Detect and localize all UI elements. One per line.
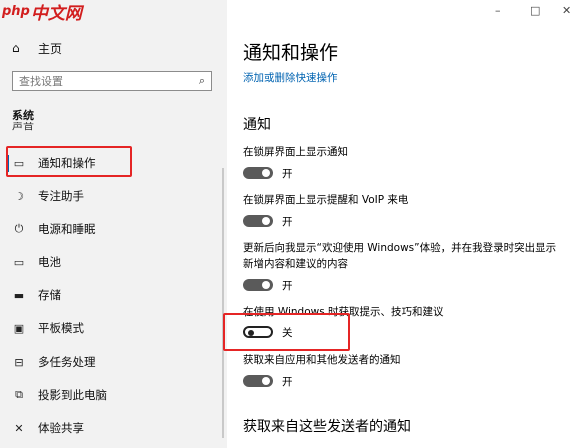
moon-icon: ☽ (14, 189, 24, 203)
setting-app-notifications: 获取来自应用和其他发送者的通知 (243, 354, 401, 366)
power-icon: ⏻ (14, 222, 24, 235)
setting-lock-screen-notifications: 在锁屏界面上显示通知 (243, 146, 348, 158)
sidebar-item-label: 电池 (38, 255, 61, 269)
minimize-icon[interactable]: – (495, 4, 501, 18)
senders-heading: 获取来自这些发送者的通知 (243, 419, 411, 435)
notifications-heading: 通知 (243, 117, 271, 133)
sidebar-item-shared-experiences[interactable]: ✕ 体验共享 (12, 418, 84, 438)
projection-icon: ⧉ (15, 388, 23, 401)
battery-icon: ▭ (13, 255, 25, 269)
category-heading: 系统 (12, 109, 34, 122)
maximize-icon[interactable]: □ (530, 4, 540, 18)
sidebar-item-label: 存储 (38, 288, 61, 302)
toggle-lock-screen-reminders[interactable] (243, 215, 273, 227)
sidebar-item-label: 体验共享 (38, 421, 84, 435)
sidebar-scrollbar[interactable] (222, 168, 224, 438)
sidebar-item-label: 投影到此电脑 (38, 388, 107, 402)
toggle-state-text: 开 (282, 168, 293, 180)
sidebar-item-projection[interactable]: ⧉ 投影到此电脑 (12, 385, 107, 405)
multitask-icon: ⊟ (14, 355, 24, 369)
setting-welcome-experience-line2: 新增内容和建议的内容 (243, 258, 348, 270)
close-icon[interactable]: ✕ (562, 4, 571, 18)
sidebar-item-label: 多任务处理 (38, 355, 96, 369)
sidebar-item-focus-assist[interactable]: ☽ 专注助手 (12, 186, 84, 206)
sidebar-item-storage[interactable]: ▬ 存储 (12, 285, 61, 305)
highlight-box-notifications (6, 146, 132, 177)
tablet-icon: ▣ (13, 321, 25, 335)
sidebar-item-label: 专注助手 (38, 189, 84, 203)
sidebar: php 中文网 ⌂ 主页 查找设置 ⌕ 系统 声音 ▭ 通知和操作 ☽ 专注助手… (0, 0, 227, 448)
search-input[interactable]: 查找设置 ⌕ (12, 71, 212, 91)
sidebar-item-multitasking[interactable]: ⊟ 多任务处理 (12, 352, 96, 372)
toggle-state-text: 开 (282, 280, 293, 292)
search-icon[interactable]: ⌕ (199, 74, 205, 88)
search-placeholder: 查找设置 (19, 75, 63, 88)
php-logo: php 中文网 (2, 1, 82, 24)
logo-text: 中文网 (30, 3, 82, 24)
sidebar-item-sound-clipped[interactable]: 声音 (12, 122, 34, 134)
logo-prefix: php (2, 3, 30, 19)
setting-lock-screen-reminders: 在锁屏界面上显示提醒和 VoIP 来电 (243, 194, 409, 206)
setting-welcome-experience-line1: 更新后向我显示“欢迎使用 Windows”体验，并在我登录时突出显示 (243, 242, 557, 254)
highlight-box-tips-toggle (223, 313, 350, 351)
toggle-app-notifications[interactable] (243, 375, 273, 387)
sidebar-item-label: 电源和睡眠 (38, 222, 96, 236)
page-title: 通知和操作 (243, 42, 339, 64)
toggle-state-text: 开 (282, 216, 293, 228)
home-link[interactable]: ⌂ 主页 (12, 38, 62, 58)
toggle-lock-screen-notifications[interactable] (243, 167, 273, 179)
home-label: 主页 (38, 41, 63, 56)
sidebar-item-battery[interactable]: ▭ 电池 (12, 252, 61, 272)
storage-icon: ▬ (13, 288, 25, 302)
quick-actions-link[interactable]: 添加或删除快速操作 (243, 70, 338, 85)
sidebar-item-power[interactable]: ⏻ 电源和睡眠 (12, 219, 96, 239)
share-icon: ✕ (14, 421, 24, 435)
sidebar-item-label: 平板模式 (38, 321, 84, 335)
toggle-welcome-experience[interactable] (243, 279, 273, 291)
sidebar-item-tablet[interactable]: ▣ 平板模式 (12, 318, 84, 338)
toggle-state-text: 开 (282, 376, 293, 388)
home-icon: ⌂ (12, 41, 20, 55)
